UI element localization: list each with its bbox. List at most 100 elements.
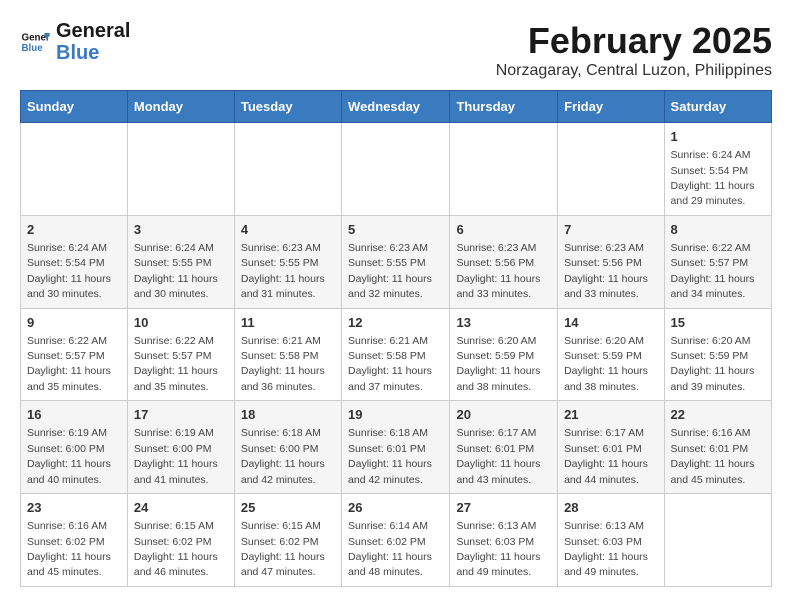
day-info: Sunrise: 6:24 AM Sunset: 5:54 PM Dayligh… — [671, 149, 755, 207]
day-info: Sunrise: 6:16 AM Sunset: 6:02 PM Dayligh… — [27, 520, 111, 578]
day-cell: 25 Sunrise: 6:15 AM Sunset: 6:02 PM Dayli… — [234, 494, 341, 587]
day-info: Sunrise: 6:23 AM Sunset: 5:56 PM Dayligh… — [456, 242, 540, 300]
month-year: February 2025 — [496, 20, 772, 62]
day-info: Sunrise: 6:20 AM Sunset: 5:59 PM Dayligh… — [456, 335, 540, 393]
day-info: Sunrise: 6:18 AM Sunset: 6:01 PM Dayligh… — [348, 427, 432, 485]
day-number: 15 — [671, 314, 765, 332]
day-info: Sunrise: 6:24 AM Sunset: 5:55 PM Dayligh… — [134, 242, 218, 300]
day-info: Sunrise: 6:21 AM Sunset: 5:58 PM Dayligh… — [241, 335, 325, 393]
day-cell: 1 Sunrise: 6:24 AM Sunset: 5:54 PM Daylig… — [664, 123, 771, 216]
header-cell-sunday: Sunday — [21, 91, 128, 123]
day-cell: 26Sunrise: 6:14 AM Sunset: 6:02 PM Dayli… — [342, 494, 450, 587]
header-cell-monday: Monday — [127, 91, 234, 123]
day-number: 19 — [348, 406, 443, 424]
day-cell — [342, 123, 450, 216]
day-info: Sunrise: 6:17 AM Sunset: 6:01 PM Dayligh… — [564, 427, 648, 485]
day-info: Sunrise: 6:13 AM Sunset: 6:03 PM Dayligh… — [564, 520, 648, 578]
day-info: Sunrise: 6:20 AM Sunset: 5:59 PM Dayligh… — [564, 335, 648, 393]
day-cell: 28 Sunrise: 6:13 AM Sunset: 6:03 PM Dayli… — [558, 494, 664, 587]
day-number: 10 — [134, 314, 228, 332]
day-info: Sunrise: 6:18 AM Sunset: 6:00 PM Dayligh… — [241, 427, 325, 485]
day-number: 11 — [241, 314, 335, 332]
day-info: Sunrise: 6:22 AM Sunset: 5:57 PM Dayligh… — [134, 335, 218, 393]
day-cell: 5 Sunrise: 6:23 AM Sunset: 5:55 PM Daylig… — [342, 215, 450, 308]
day-number: 16 — [27, 406, 121, 424]
title-section: February 2025 Norzagaray, Central Luzon,… — [496, 20, 772, 80]
day-cell: 14 Sunrise: 6:20 AM Sunset: 5:59 PM Dayli… — [558, 308, 664, 401]
day-cell — [450, 123, 558, 216]
day-number: 2 — [27, 221, 121, 239]
day-info: Sunrise: 6:23 AM Sunset: 5:55 PM Dayligh… — [348, 242, 432, 300]
day-info: Sunrise: 6:17 AM Sunset: 6:01 PM Dayligh… — [456, 427, 540, 485]
day-cell: 9 Sunrise: 6:22 AM Sunset: 5:57 PM Daylig… — [21, 308, 128, 401]
day-number: 27 — [456, 499, 551, 517]
day-cell: 27 Sunrise: 6:13 AM Sunset: 6:03 PM Dayli… — [450, 494, 558, 587]
day-number: 24 — [134, 499, 228, 517]
day-cell: 24 Sunrise: 6:15 AM Sunset: 6:02 PM Dayli… — [127, 494, 234, 587]
day-cell: 3 Sunrise: 6:24 AM Sunset: 5:55 PM Daylig… — [127, 215, 234, 308]
day-cell — [21, 123, 128, 216]
day-cell: 21 Sunrise: 6:17 AM Sunset: 6:01 PM Dayli… — [558, 401, 664, 494]
day-cell: 11 Sunrise: 6:21 AM Sunset: 5:58 PM Dayli… — [234, 308, 341, 401]
logo: General Blue GeneralBlue — [20, 20, 130, 64]
day-cell — [558, 123, 664, 216]
day-info: Sunrise: 6:22 AM Sunset: 5:57 PM Dayligh… — [27, 335, 111, 393]
day-number: 17 — [134, 406, 228, 424]
day-number: 25 — [241, 499, 335, 517]
day-info: Sunrise: 6:22 AM Sunset: 5:57 PM Dayligh… — [671, 242, 755, 300]
logo-text: GeneralBlue — [56, 20, 130, 64]
day-cell: 18 Sunrise: 6:18 AM Sunset: 6:00 PM Dayli… — [234, 401, 341, 494]
day-cell: 12Sunrise: 6:21 AM Sunset: 5:58 PM Dayli… — [342, 308, 450, 401]
svg-text:Blue: Blue — [22, 43, 44, 54]
day-cell: 7Sunrise: 6:23 AM Sunset: 5:56 PM Daylig… — [558, 215, 664, 308]
day-number: 9 — [27, 314, 121, 332]
day-info: Sunrise: 6:16 AM Sunset: 6:01 PM Dayligh… — [671, 427, 755, 485]
day-cell — [234, 123, 341, 216]
calendar-body: 1 Sunrise: 6:24 AM Sunset: 5:54 PM Daylig… — [21, 123, 772, 587]
week-row-3: 9 Sunrise: 6:22 AM Sunset: 5:57 PM Daylig… — [21, 308, 772, 401]
day-number: 5 — [348, 221, 443, 239]
day-cell: 13 Sunrise: 6:20 AM Sunset: 5:59 PM Dayli… — [450, 308, 558, 401]
day-number: 14 — [564, 314, 657, 332]
day-cell: 22 Sunrise: 6:16 AM Sunset: 6:01 PM Dayli… — [664, 401, 771, 494]
day-cell: 10 Sunrise: 6:22 AM Sunset: 5:57 PM Dayli… — [127, 308, 234, 401]
day-cell: 15 Sunrise: 6:20 AM Sunset: 5:59 PM Dayli… — [664, 308, 771, 401]
day-number: 1 — [671, 128, 765, 146]
day-number: 4 — [241, 221, 335, 239]
header-cell-friday: Friday — [558, 91, 664, 123]
day-number: 28 — [564, 499, 657, 517]
day-cell: 16 Sunrise: 6:19 AM Sunset: 6:00 PM Dayli… — [21, 401, 128, 494]
day-number: 8 — [671, 221, 765, 239]
day-info: Sunrise: 6:23 AM Sunset: 5:55 PM Dayligh… — [241, 242, 325, 300]
week-row-2: 2 Sunrise: 6:24 AM Sunset: 5:54 PM Daylig… — [21, 215, 772, 308]
header-cell-thursday: Thursday — [450, 91, 558, 123]
day-cell: 17 Sunrise: 6:19 AM Sunset: 6:00 PM Dayli… — [127, 401, 234, 494]
day-info: Sunrise: 6:20 AM Sunset: 5:59 PM Dayligh… — [671, 335, 755, 393]
day-cell: 4 Sunrise: 6:23 AM Sunset: 5:55 PM Daylig… — [234, 215, 341, 308]
day-number: 3 — [134, 221, 228, 239]
header: General Blue GeneralBlue February 2025 N… — [20, 20, 772, 80]
location: Norzagaray, Central Luzon, Philippines — [496, 62, 772, 80]
day-info: Sunrise: 6:21 AM Sunset: 5:58 PM Dayligh… — [348, 335, 432, 393]
day-info: Sunrise: 6:19 AM Sunset: 6:00 PM Dayligh… — [27, 427, 111, 485]
header-cell-saturday: Saturday — [664, 91, 771, 123]
logo-icon: General Blue — [20, 27, 50, 57]
day-info: Sunrise: 6:15 AM Sunset: 6:02 PM Dayligh… — [134, 520, 218, 578]
day-info: Sunrise: 6:15 AM Sunset: 6:02 PM Dayligh… — [241, 520, 325, 578]
header-cell-wednesday: Wednesday — [342, 91, 450, 123]
day-number: 21 — [564, 406, 657, 424]
day-number: 7 — [564, 221, 657, 239]
day-number: 18 — [241, 406, 335, 424]
day-number: 22 — [671, 406, 765, 424]
day-cell — [127, 123, 234, 216]
day-info: Sunrise: 6:19 AM Sunset: 6:00 PM Dayligh… — [134, 427, 218, 485]
day-cell — [664, 494, 771, 587]
day-number: 20 — [456, 406, 551, 424]
day-number: 23 — [27, 499, 121, 517]
day-number: 6 — [456, 221, 551, 239]
day-number: 13 — [456, 314, 551, 332]
day-info: Sunrise: 6:13 AM Sunset: 6:03 PM Dayligh… — [456, 520, 540, 578]
day-cell: 20 Sunrise: 6:17 AM Sunset: 6:01 PM Dayli… — [450, 401, 558, 494]
header-row: SundayMondayTuesdayWednesdayThursdayFrid… — [21, 91, 772, 123]
day-info: Sunrise: 6:24 AM Sunset: 5:54 PM Dayligh… — [27, 242, 111, 300]
